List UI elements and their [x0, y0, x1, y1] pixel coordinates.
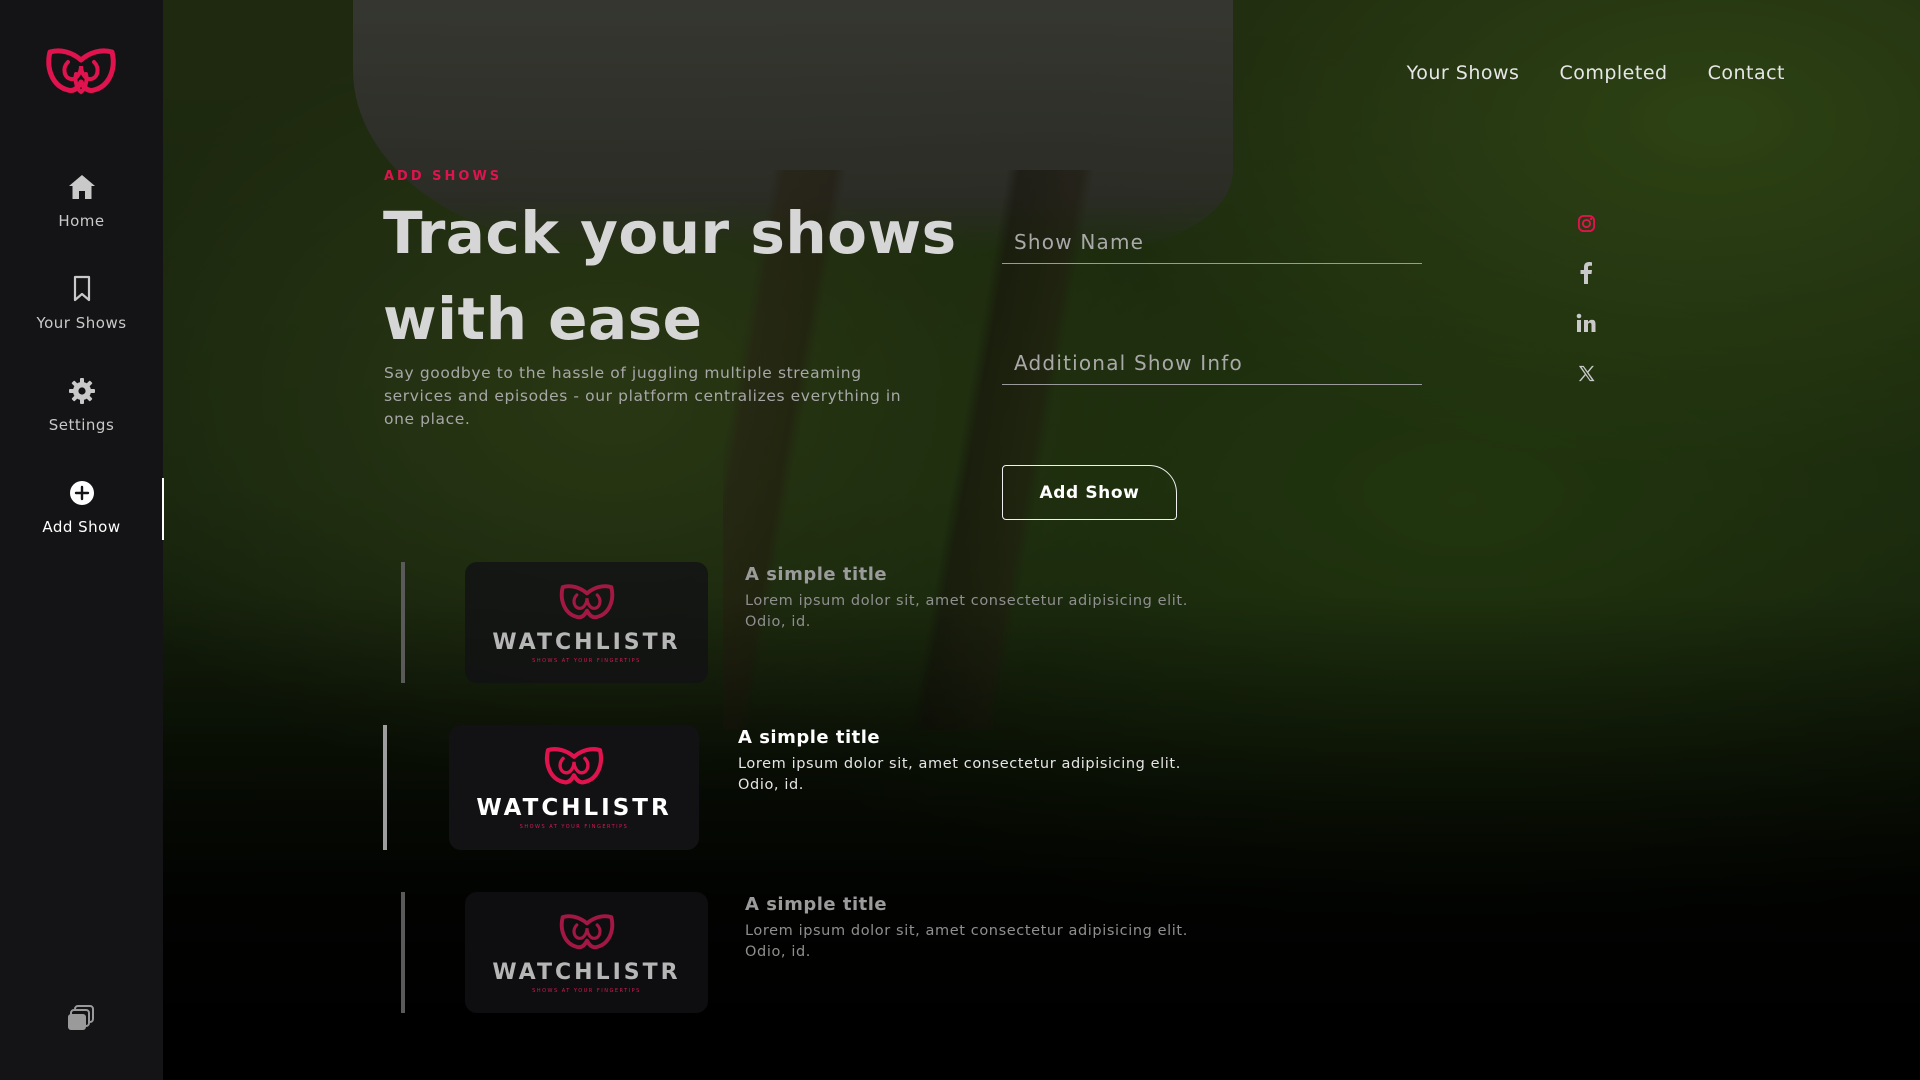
- watchlistr-logo-icon: [559, 913, 614, 949]
- page-title: Track your shows with ease: [383, 190, 983, 362]
- show-info-input[interactable]: [1002, 341, 1422, 384]
- show-info-field-wrapper: [1002, 341, 1422, 385]
- sidebar: Home Your Shows Settings Add Show: [0, 0, 164, 1080]
- nav-link-your-shows[interactable]: Your Shows: [1407, 62, 1520, 84]
- sidebar-item-label: Home: [58, 212, 105, 230]
- card-info: A simple title Lorem ipsum dolor sit, am…: [745, 894, 1225, 963]
- sidebar-item-label: Settings: [48, 416, 115, 434]
- linkedin-icon[interactable]: [1575, 312, 1597, 334]
- page-title-line-2: with ease: [383, 285, 703, 353]
- watchlistr-logo-icon: [544, 747, 604, 785]
- card-brand-text: WATCHLISTR: [492, 959, 681, 985]
- card-info: A simple title Lorem ipsum dolor sit, am…: [745, 564, 1225, 633]
- sidebar-item-home[interactable]: Home: [0, 172, 163, 252]
- watchlistr-logo-icon: [559, 583, 614, 619]
- card-thumbnail: WATCHLISTR SHOWS AT YOUR FINGERTIPS: [465, 892, 708, 1013]
- page-title-line-1: Track your shows: [383, 199, 957, 267]
- plus-circle-icon: [67, 478, 97, 508]
- facebook-icon[interactable]: [1575, 262, 1597, 284]
- card-thumbnail: WATCHLISTR SHOWS AT YOUR FINGERTIPS: [449, 725, 699, 850]
- add-show-button[interactable]: Add Show: [1002, 465, 1177, 520]
- card-thumbnail: WATCHLISTR SHOWS AT YOUR FINGERTIPS: [465, 562, 708, 683]
- social-links: [1575, 212, 1597, 412]
- show-name-field-wrapper: [1002, 220, 1422, 264]
- card-brand-tagline: SHOWS AT YOUR FINGERTIPS: [532, 987, 641, 994]
- page-description: Say goodbye to the hassle of juggling mu…: [384, 364, 902, 428]
- show-name-input[interactable]: [1002, 220, 1422, 263]
- sidebar-item-add-show[interactable]: Add Show: [0, 478, 164, 558]
- card-title: A simple title: [745, 564, 888, 585]
- sidebar-item-label: Your Shows: [36, 314, 127, 332]
- instagram-icon[interactable]: [1575, 212, 1597, 234]
- section-eyebrow: ADD SHOWS: [384, 169, 503, 184]
- card-title: A simple title: [738, 727, 881, 748]
- card-description: Lorem ipsum dolor sit, amet consectetur …: [745, 593, 1188, 630]
- card-brand-tagline: SHOWS AT YOUR FINGERTIPS: [532, 657, 641, 664]
- nav-link-completed[interactable]: Completed: [1559, 62, 1667, 84]
- card-title: A simple title: [745, 894, 888, 915]
- card-timeline-bar: [401, 892, 405, 1013]
- top-navigation: Your Shows Completed Contact: [1407, 62, 1785, 84]
- x-icon[interactable]: [1575, 362, 1597, 384]
- bookmark-icon: [67, 274, 97, 304]
- watchlistr-logo[interactable]: [44, 46, 118, 96]
- stack-icon[interactable]: [66, 1003, 96, 1033]
- card-description: Lorem ipsum dolor sit, amet consectetur …: [738, 756, 1181, 793]
- sidebar-item-label: Add Show: [42, 518, 121, 536]
- gear-icon: [67, 376, 97, 406]
- home-icon: [67, 172, 97, 202]
- card-brand-text: WATCHLISTR: [492, 629, 681, 655]
- card-description: Lorem ipsum dolor sit, amet consectetur …: [745, 923, 1188, 960]
- card-brand-text: WATCHLISTR: [476, 795, 672, 821]
- card-brand-tagline: SHOWS AT YOUR FINGERTIPS: [519, 824, 629, 830]
- card-timeline-bar: [383, 725, 387, 850]
- sidebar-item-your-shows[interactable]: Your Shows: [0, 274, 163, 354]
- sidebar-item-settings[interactable]: Settings: [0, 376, 163, 456]
- card-info: A simple title Lorem ipsum dolor sit, am…: [738, 727, 1218, 796]
- card-timeline-bar: [401, 562, 405, 683]
- nav-link-contact[interactable]: Contact: [1708, 62, 1785, 84]
